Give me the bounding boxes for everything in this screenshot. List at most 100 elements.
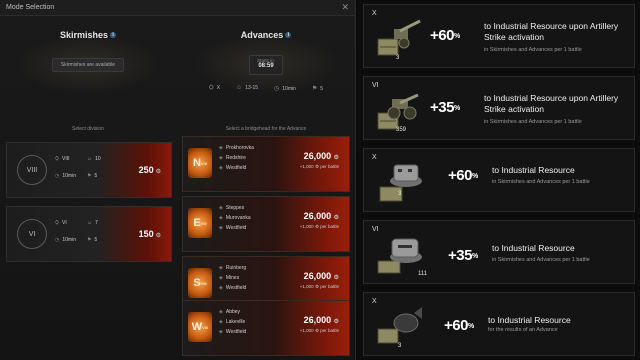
bonus-headline: to Industrial Resource bbox=[488, 315, 571, 325]
division-bridgeheads: ⚑ 5 bbox=[87, 173, 98, 179]
advances-column: Advances i Starts in: 08:59 ⛭ X ☺ 13-15 ◷ 10… bbox=[178, 16, 354, 356]
division-rank-badge: VIII bbox=[17, 155, 47, 185]
reserve-count: 111 bbox=[418, 271, 428, 277]
info-icon[interactable]: i bbox=[285, 32, 292, 38]
close-icon[interactable]: ✕ bbox=[341, 3, 349, 12]
info-icon[interactable]: i bbox=[110, 32, 117, 38]
flag-icon: ⚑ bbox=[87, 173, 92, 179]
bunker-icon bbox=[377, 238, 422, 274]
bridgehead-letter-badge: E VIII bbox=[188, 208, 212, 238]
reserve-count: 3 bbox=[398, 191, 402, 197]
bomb-icon bbox=[377, 307, 422, 344]
map-item: ◈ Redshire bbox=[219, 155, 246, 161]
bonus-percent: +60% bbox=[430, 27, 460, 44]
division-card-vi[interactable]: VI ⛭ VI ☺ 7 ◷ 10min ⚑ 5 150 ⚙ bbox=[6, 206, 172, 262]
map-item: ◈ Westfield bbox=[219, 329, 247, 335]
bridgehead-reward-amount: 26,000 ⚙ bbox=[303, 271, 339, 281]
map-item: ◈ Westfield bbox=[219, 225, 247, 231]
advance-stats: ⛭ X ☺ 13-15 ◷ 10min ⚑ 5 bbox=[178, 85, 354, 92]
map-item: ◈ Steppes bbox=[219, 205, 245, 211]
map-icon: ◈ bbox=[219, 225, 223, 231]
map-icon: ◈ bbox=[219, 215, 223, 221]
reserve-count: 3 bbox=[396, 55, 400, 61]
division-rank-badge: VI bbox=[17, 219, 47, 249]
bridgehead-card-west[interactable]: W VIII ◈ Abbey ◈ Lakeville ◈ Westfield 26,00… bbox=[182, 300, 350, 356]
reserve-tier: VI bbox=[372, 82, 379, 89]
map-icon: ◈ bbox=[219, 205, 223, 211]
reserve-card[interactable]: VI 111 +35% to Industrial Resource in Sk… bbox=[363, 220, 635, 284]
reserve-card[interactable]: X 3 +60% to Industrial Resource upon Art… bbox=[363, 4, 635, 68]
bonus-detail: in Skirmishes and Advances per 1 battle bbox=[492, 179, 590, 185]
reserve-card[interactable]: X 3 +60% to Industrial Resource for the … bbox=[363, 292, 635, 356]
division-players: ☺ 10 bbox=[87, 156, 101, 162]
bonus-detail: in Skirmishes and Advances per 1 battle bbox=[492, 257, 590, 263]
bridgehead-letter-badge: S VIII bbox=[188, 268, 212, 298]
window-titlebar: Mode Selection ✕ bbox=[0, 0, 355, 16]
bridgehead-card-north[interactable]: N VIII ◈ Prokhorovka ◈ Redshire ◈ Westfield … bbox=[182, 136, 350, 192]
skirmishes-header: Skirmishes i Skirmishes are available bbox=[0, 16, 176, 126]
per-battle-bonus: +1,000 ⚙ per battle bbox=[299, 224, 339, 229]
per-battle-bonus: +1,000 ⚙ per battle bbox=[299, 284, 339, 289]
tank-level-icon: ⛭ bbox=[55, 220, 60, 226]
bonus-detail: in Skirmishes and Advances per 1 battle bbox=[484, 119, 582, 125]
skirmishes-availability-badge: Skirmishes are available bbox=[52, 58, 124, 72]
bridgehead-map-list: ◈ Abbey ◈ Lakeville ◈ Westfield bbox=[219, 307, 246, 337]
industrial-resource-icon: ⚙ bbox=[333, 319, 339, 325]
advance-level: ⛭ X bbox=[208, 85, 221, 91]
bridgehead-map-list: ◈ Prokhorovka ◈ Redshire ◈ Westfield bbox=[219, 143, 254, 173]
map-item: ◈ Lakeville bbox=[219, 319, 246, 325]
advances-header: Advances i Starts in: 08:59 ⛭ X ☺ 13-15 ◷ 10… bbox=[178, 16, 354, 126]
bonus-headline: to Industrial Resource upon Artillery St… bbox=[484, 93, 619, 114]
reserves-bonus-panel: X 3 +60% to Industrial Resource upon Art… bbox=[357, 0, 640, 360]
division-time: ◷ 10min bbox=[55, 173, 76, 179]
starts-in-label: Starts in: bbox=[257, 58, 275, 63]
bridgehead-card-east[interactable]: E VIII ◈ Steppes ◈ Murovanka ◈ Westfield 26,… bbox=[182, 196, 350, 252]
window-title: Mode Selection bbox=[6, 4, 55, 11]
reserve-tier: VI bbox=[372, 226, 379, 233]
bridgehead-reward-amount: 26,000 ⚙ bbox=[303, 315, 339, 325]
bridgehead-letter-badge: N VIII bbox=[188, 148, 212, 178]
bridgehead-map-list: ◈ Steppes ◈ Murovanka ◈ Westfield bbox=[219, 203, 251, 233]
select-division-label: Select division bbox=[72, 126, 104, 132]
advance-players: ☺ 13-15 bbox=[236, 85, 259, 91]
map-item: ◈ Mines bbox=[219, 275, 240, 281]
advance-start-timer: Starts in: 08:59 bbox=[249, 55, 283, 75]
map-item: ◈ Murovanka bbox=[219, 215, 251, 221]
map-icon: ◈ bbox=[219, 285, 223, 291]
players-icon: ☺ bbox=[87, 220, 93, 226]
bonus-headline: to Industrial Resource bbox=[492, 243, 575, 253]
map-item: ◈ Westfield bbox=[219, 165, 247, 171]
division-time: ◷ 10min bbox=[55, 237, 76, 243]
select-bridgehead-label: Select a bridgehead for the Advance bbox=[225, 126, 307, 132]
division-level: ⛭ VI bbox=[55, 220, 67, 226]
bunker-icon bbox=[379, 164, 422, 202]
per-battle-bonus: +1,000 ⚙ per battle bbox=[299, 164, 339, 169]
industrial-resource-icon: ⚙ bbox=[155, 169, 161, 175]
tank-level-icon: ⛭ bbox=[208, 85, 214, 91]
starts-in-value: 08:59 bbox=[258, 63, 274, 69]
mode-selection-window: Mode Selection ✕ Skirmishes i Skirmishes … bbox=[0, 0, 356, 360]
industrial-resource-icon: ⚙ bbox=[155, 233, 161, 239]
map-icon: ◈ bbox=[219, 265, 223, 271]
division-level: ⛭ VIII bbox=[55, 156, 70, 162]
division-players: ☺ 7 bbox=[87, 220, 98, 226]
bridgehead-reward-amount: 26,000 ⚙ bbox=[303, 211, 339, 221]
flag-icon: ⚑ bbox=[87, 237, 92, 243]
industrial-resource-icon: ⚙ bbox=[333, 215, 339, 221]
reserve-card[interactable]: VI 359 +35% to Industrial Resource upon … bbox=[363, 76, 635, 140]
map-icon: ◈ bbox=[219, 165, 223, 171]
map-item: ◈ Westfield bbox=[219, 285, 247, 291]
advance-bridgeheads: ⚑ 5 bbox=[311, 86, 324, 92]
flag-icon: ⚑ bbox=[311, 86, 318, 92]
reserve-tier: X bbox=[372, 154, 377, 161]
map-icon: ◈ bbox=[219, 329, 223, 335]
industrial-resource-icon: ⚙ bbox=[333, 275, 339, 281]
bridgehead-reward-amount: 26,000 ⚙ bbox=[303, 151, 339, 161]
map-icon: ◈ bbox=[219, 309, 223, 315]
timer-icon: ◷ bbox=[274, 86, 280, 92]
division-reward-amount: 250 ⚙ bbox=[138, 165, 161, 175]
bonus-percent: +60% bbox=[444, 317, 474, 334]
division-card-viii[interactable]: VIII ⛭ VIII ☺ 10 ◷ 10min ⚑ 5 250 ⚙ bbox=[6, 142, 172, 198]
reserve-card[interactable]: X 3 +60% to Industrial Resource in Skirm… bbox=[363, 148, 635, 212]
bonus-detail: in Skirmishes and Advances per 1 battle bbox=[484, 47, 582, 53]
